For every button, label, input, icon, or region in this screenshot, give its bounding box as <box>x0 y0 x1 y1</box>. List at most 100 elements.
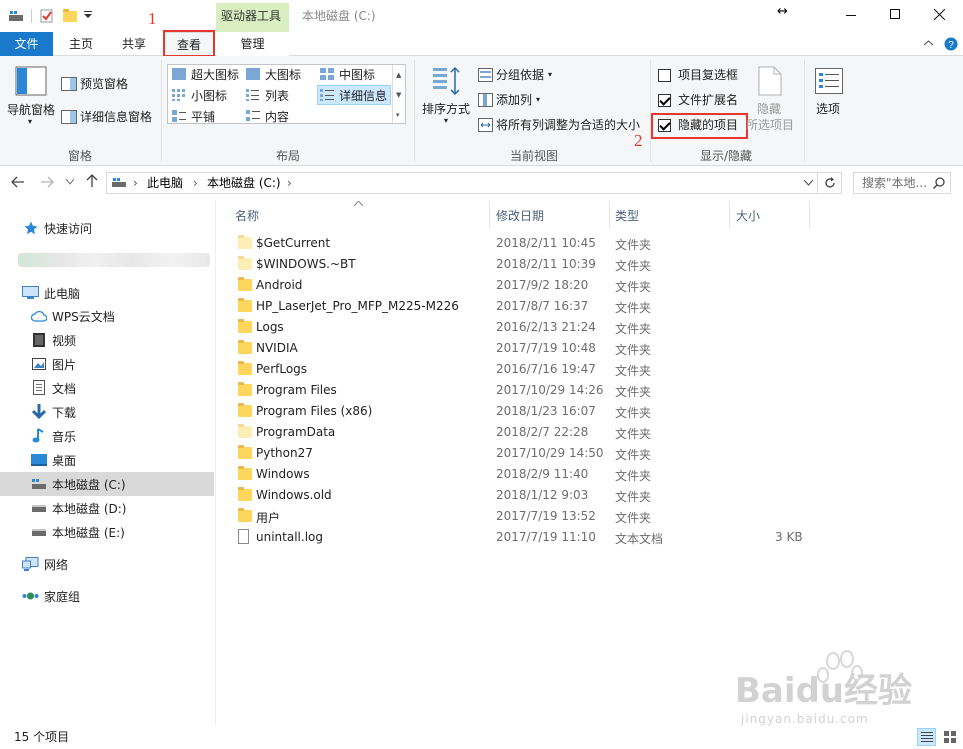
nav-desktop[interactable]: 桌面 <box>0 448 214 472</box>
nav-quick-access[interactable]: 快速访问 <box>0 216 214 240</box>
table-row[interactable]: HP_LaserJet_Pro_MFP_M225-M226 2017/8/7 16… <box>224 296 814 317</box>
hide-selected-icon <box>758 66 782 96</box>
column-header-size[interactable]: 大小 <box>736 207 760 224</box>
search-placeholder: 搜索"本地... <box>862 176 927 190</box>
close-button[interactable] <box>917 0 963 31</box>
sort-dropdown-icon[interactable]: ▾ <box>444 113 448 129</box>
search-input[interactable]: 搜索"本地... <box>853 172 951 194</box>
details-pane-button[interactable]: 详细信息窗格 <box>80 109 152 125</box>
table-row[interactable]: Logs 2016/2/13 21:24 文件夹 <box>224 317 814 338</box>
file-type: 文件夹 <box>615 259 652 273</box>
refresh-button[interactable] <box>818 172 842 194</box>
nav-documents[interactable]: 文档 <box>0 376 214 400</box>
details-view-toggle[interactable] <box>917 728 936 746</box>
nav-drive-d[interactable]: 本地磁盘 (D:) <box>0 496 214 520</box>
address-bar[interactable]: › 此电脑 › 本地磁盘 (C:) › <box>106 172 818 194</box>
size-all-columns-button[interactable]: 将所有列调整为合适的大小 <box>496 117 640 133</box>
add-columns-dropdown-icon[interactable]: ▾ <box>536 92 540 108</box>
table-row[interactable]: Program Files 2017/10/29 14:26 文件夹 <box>224 380 814 401</box>
help-icon[interactable]: ? <box>944 37 958 51</box>
nav-drive-e[interactable]: 本地磁盘 (E:) <box>0 520 214 544</box>
tab-share[interactable]: 共享 <box>109 32 159 56</box>
table-row[interactable]: $WINDOWS.~BT 2018/2/11 10:39 文件夹 <box>224 254 814 275</box>
collapse-ribbon-icon[interactable] <box>923 39 934 47</box>
table-row[interactable]: PerfLogs 2016/7/16 19:47 文件夹 <box>224 359 814 380</box>
nav-pane-dropdown-icon[interactable]: ▾ <box>28 114 32 130</box>
table-row[interactable]: 用户 2017/7/19 13:52 文件夹 <box>224 506 814 527</box>
minimize-button[interactable] <box>828 0 874 31</box>
table-row[interactable]: Android 2017/9/2 18:20 文件夹 <box>224 275 814 296</box>
layout-list[interactable]: 列表 <box>265 88 289 104</box>
forward-arrow-icon[interactable] <box>40 176 54 188</box>
nav-downloads[interactable]: 下载 <box>0 400 214 424</box>
preview-pane-button[interactable]: 预览窗格 <box>80 76 128 92</box>
nav-music[interactable]: 音乐 <box>0 424 214 448</box>
refresh-icon <box>825 177 835 188</box>
file-modified-date: 2018/1/12 9:03 <box>496 488 589 502</box>
group-by-dropdown-icon[interactable]: ▾ <box>548 67 552 83</box>
qat-dropdown-icon[interactable] <box>84 10 92 20</box>
layout-large-icons[interactable]: 大图标 <box>265 67 301 83</box>
large-icons-view-toggle[interactable] <box>941 728 960 746</box>
column-header-name[interactable]: 名称 <box>235 207 259 224</box>
group-by-button[interactable]: 分组依据 <box>496 67 544 83</box>
table-row[interactable]: Windows.old 2018/1/12 9:03 文件夹 <box>224 485 814 506</box>
nav-this-pc[interactable]: 此电脑 <box>0 281 214 305</box>
watermark-text: Baidu经验 <box>735 671 913 711</box>
table-row[interactable]: unintall.log 2017/7/19 11:10 文本文档 3 KB <box>224 527 814 548</box>
maximize-button[interactable] <box>872 0 918 31</box>
file-modified-date: 2017/9/2 18:20 <box>496 278 589 292</box>
layout-gallery-scroll[interactable]: ▲ ▼ ▾ <box>392 65 405 123</box>
blurred-quick-access-items <box>18 253 210 267</box>
layout-content[interactable]: 内容 <box>265 109 289 125</box>
add-columns-button[interactable]: 添加列 <box>496 92 532 108</box>
breadcrumb-this-pc[interactable]: 此电脑 <box>147 175 183 191</box>
table-row[interactable]: Program Files (x86) 2018/1/23 16:07 文件夹 <box>224 401 814 422</box>
search-icon <box>933 177 945 189</box>
file-type: 文件夹 <box>615 343 652 357</box>
tab-manage[interactable]: 管理 <box>216 32 289 56</box>
nav-drive-c[interactable]: 本地磁盘 (C:) <box>0 472 214 496</box>
new-folder-icon[interactable] <box>62 8 78 23</box>
properties-icon[interactable] <box>40 8 54 23</box>
layout-small-icons[interactable]: 小图标 <box>191 88 227 104</box>
file-modified-date: 2017/7/19 13:52 <box>496 509 596 523</box>
address-dropdown-icon[interactable] <box>804 180 813 186</box>
table-row[interactable]: $GetCurrent 2018/2/11 10:45 文件夹 <box>224 233 814 254</box>
table-row[interactable]: Windows 2018/2/9 11:40 文件夹 <box>224 464 814 485</box>
layout-medium-icons[interactable]: 中图标 <box>339 67 375 83</box>
layout-xl-icons[interactable]: 超大图标 <box>191 67 239 83</box>
table-row[interactable]: NVIDIA 2017/7/19 10:48 文件夹 <box>224 338 814 359</box>
up-arrow-icon[interactable] <box>85 174 99 188</box>
nav-homegroup[interactable]: 家庭组 <box>0 584 214 608</box>
tab-file[interactable]: 文件 <box>0 32 53 56</box>
tab-home[interactable]: 主页 <box>56 32 106 56</box>
table-row[interactable]: Python27 2017/10/29 14:50 文件夹 <box>224 443 814 464</box>
drive-icon <box>32 505 46 512</box>
nav-wps-cloud[interactable]: WPS云文档 <box>0 304 214 328</box>
nav-network[interactable]: 网络 <box>0 552 214 576</box>
breadcrumb-separator-icon: › <box>193 176 198 190</box>
options-button[interactable]: 选项 <box>816 101 840 117</box>
file-name: Windows <box>256 467 310 481</box>
file-extensions-checkbox[interactable] <box>658 94 671 107</box>
table-row[interactable]: ProgramData 2018/2/7 22:28 文件夹 <box>224 422 814 443</box>
breadcrumb-c-drive[interactable]: 本地磁盘 (C:) <box>207 175 281 191</box>
recent-locations-icon[interactable] <box>66 179 74 185</box>
annotation-number-2: 2 <box>634 131 643 150</box>
nav-videos[interactable]: 视频 <box>0 328 214 352</box>
homegroup-icon <box>22 592 39 600</box>
item-checkboxes-checkbox[interactable] <box>658 69 671 82</box>
layout-details[interactable]: 详细信息 <box>339 88 387 104</box>
file-type: 文件夹 <box>615 238 652 252</box>
column-header-modified[interactable]: 修改日期 <box>496 207 544 224</box>
back-arrow-icon[interactable] <box>11 176 25 188</box>
title-bar: 驱动器工具 本地磁盘 (C:) ↔ <box>0 0 963 32</box>
hide-selected-button[interactable]: 隐藏 <box>757 101 781 117</box>
group-label-show-hide: 显示/隐藏 <box>699 149 753 163</box>
nav-pictures[interactable]: 图片 <box>0 352 214 376</box>
column-header-type[interactable]: 类型 <box>615 207 639 224</box>
window-title: 本地磁盘 (C:) <box>302 9 376 23</box>
layout-tiles[interactable]: 平铺 <box>191 109 215 125</box>
folder-icon <box>238 382 252 396</box>
